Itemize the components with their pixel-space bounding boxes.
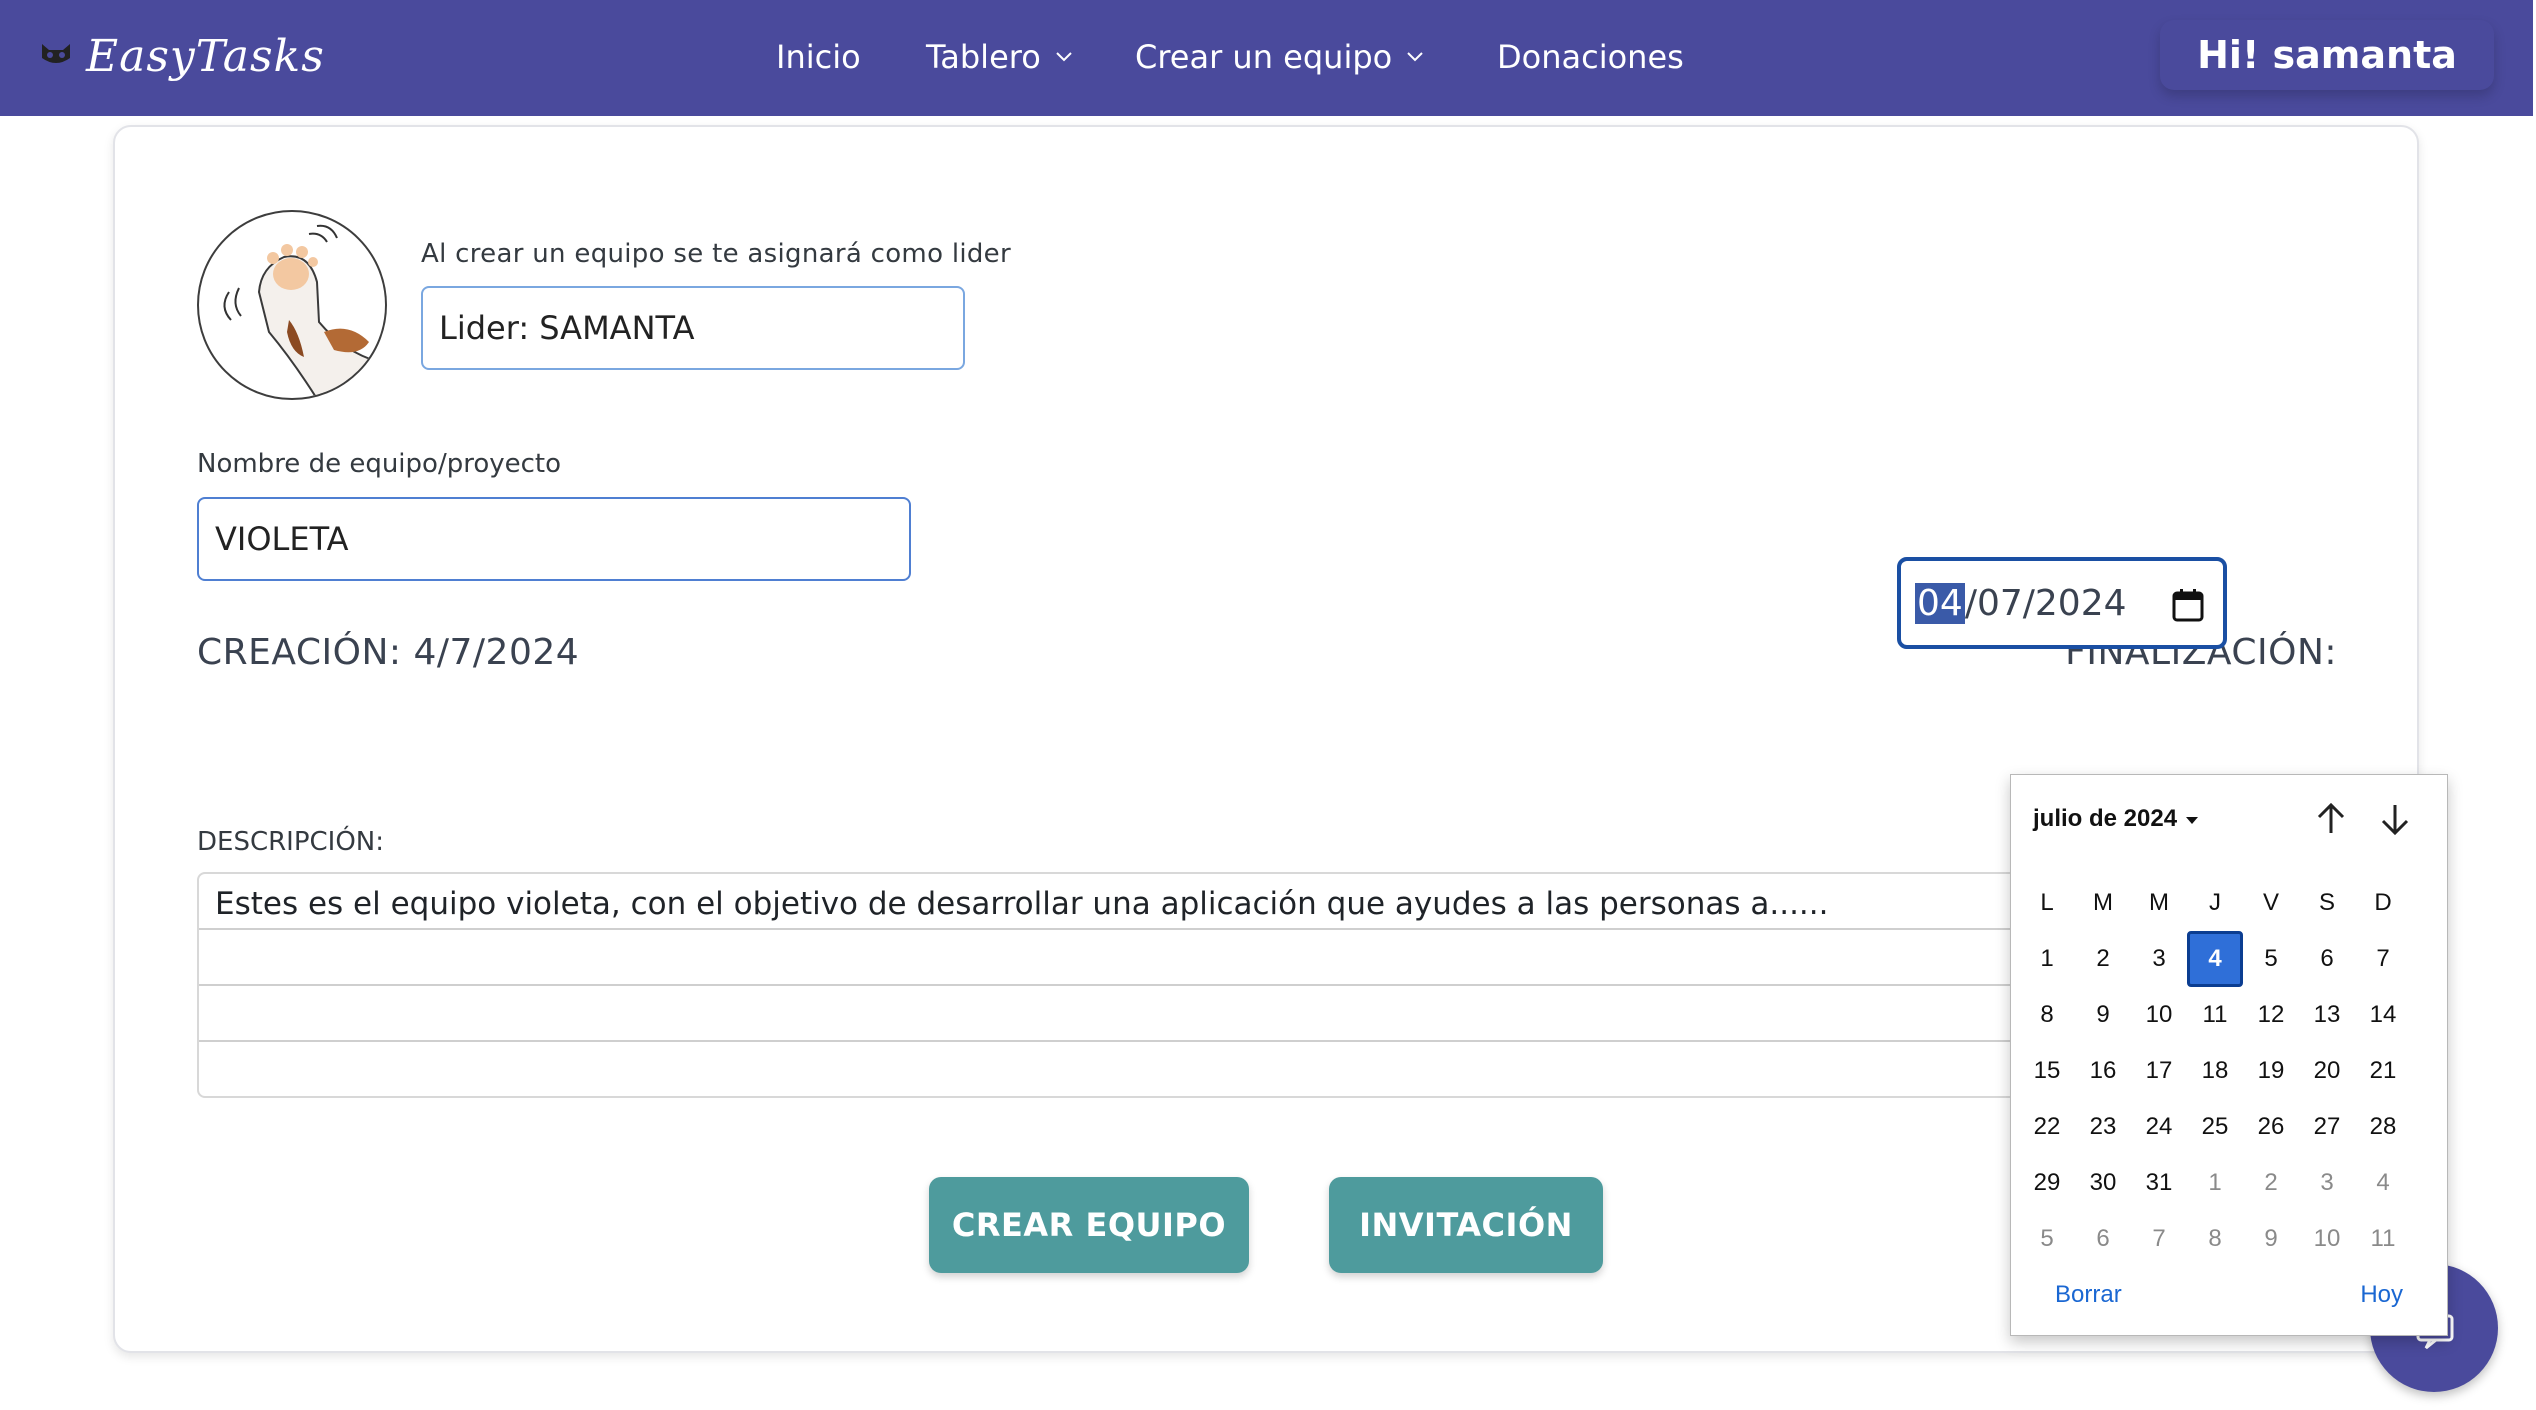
calendar-day[interactable]: 22 <box>2019 1099 2075 1155</box>
calendar-day[interactable]: 31 <box>2131 1155 2187 1211</box>
calendar-day[interactable]: 12 <box>2243 987 2299 1043</box>
previous-month-arrow-icon[interactable] <box>2311 799 2351 839</box>
calendar-grid: L M M J V S D 1 2 3 4 5 6 7 8 9 10 11 12 13 14 15 16 17 18 19 20 21… <box>2019 875 2439 1267</box>
calendar-day[interactable]: 30 <box>2075 1155 2131 1211</box>
nav-donations-link[interactable]: Donaciones <box>1497 32 1684 82</box>
calendar-day-other-month[interactable]: 2 <box>2243 1155 2299 1211</box>
calendar-day[interactable]: 2 <box>2075 931 2131 987</box>
nav-board-label: Tablero <box>926 38 1041 76</box>
calendar-day[interactable]: 16 <box>2075 1043 2131 1099</box>
cat-mask-icon <box>40 42 72 70</box>
create-team-button[interactable]: CREAR EQUIPO <box>929 1177 1249 1273</box>
weekday-header: S <box>2318 889 2335 916</box>
calendar-day[interactable]: 23 <box>2075 1099 2131 1155</box>
calendar-icon[interactable] <box>2171 587 2205 623</box>
calendar-day[interactable]: 6 <box>2299 931 2355 987</box>
calendar-day[interactable]: 21 <box>2355 1043 2411 1099</box>
chevron-down-icon <box>1402 44 1428 70</box>
calendar-day[interactable]: 7 <box>2355 931 2411 987</box>
calendar-day[interactable]: 10 <box>2131 987 2187 1043</box>
next-month-arrow-icon[interactable] <box>2375 799 2415 839</box>
calendar-day-other-month[interactable]: 7 <box>2131 1211 2187 1267</box>
today-button[interactable]: Hoy <box>2360 1281 2403 1309</box>
calendar-day-other-month[interactable]: 11 <box>2355 1211 2411 1267</box>
calendar-day[interactable]: 8 <box>2019 987 2075 1043</box>
leader-avatar <box>197 210 387 400</box>
brand-name: EasyTasks <box>86 30 325 82</box>
nav-home-link[interactable]: Inicio <box>776 32 861 82</box>
weekday-header: M <box>2093 889 2113 916</box>
calendar-day[interactable]: 18 <box>2187 1043 2243 1099</box>
calendar-day-other-month[interactable]: 4 <box>2355 1155 2411 1211</box>
date-rest-segment[interactable]: /07/2024 <box>1965 583 2127 624</box>
leader-caption: Al crear un equipo se te asignará como l… <box>421 239 1011 269</box>
weekday-header: D <box>2374 889 2392 916</box>
description-caption: DESCRIPCIÓN: <box>197 827 385 857</box>
calendar-day[interactable]: 26 <box>2243 1099 2299 1155</box>
creation-date-label: CREACIÓN: 4/7/2024 <box>197 632 580 673</box>
calendar-day[interactable]: 17 <box>2131 1043 2187 1099</box>
calendar-day-other-month[interactable]: 1 <box>2187 1155 2243 1211</box>
clear-date-button[interactable]: Borrar <box>2055 1281 2122 1309</box>
calendar-day-other-month[interactable]: 3 <box>2299 1155 2355 1211</box>
month-label: julio de 2024 <box>2033 805 2178 832</box>
calendar-day[interactable]: 13 <box>2299 987 2355 1043</box>
calendar-day[interactable]: 14 <box>2355 987 2411 1043</box>
nav-donations-label: Donaciones <box>1497 38 1684 76</box>
invitation-button[interactable]: INVITACIÓN <box>1329 1177 1603 1273</box>
nav-home-label: Inicio <box>776 38 861 76</box>
calendar-day-other-month[interactable]: 9 <box>2243 1211 2299 1267</box>
finalization-date-input[interactable]: 04 /07/2024 <box>1897 557 2227 649</box>
date-picker-popup: julio de 2024 L M M J V S D 1 2 3 4 5 6 7 8 9 10 11 12 13 14… <box>2010 774 2448 1336</box>
top-navbar: EasyTasks Inicio Tablero Crear un equipo… <box>0 0 2533 116</box>
calendar-day[interactable]: 29 <box>2019 1155 2075 1211</box>
cat-paw-illustration <box>223 224 381 398</box>
weekday-header: V <box>2262 889 2279 916</box>
calendar-day[interactable]: 3 <box>2131 931 2187 987</box>
description-text: Estes es el equipo violeta, con el objet… <box>215 886 1829 922</box>
calendar-day[interactable]: 15 <box>2019 1043 2075 1099</box>
date-day-segment[interactable]: 04 <box>1915 582 1965 624</box>
calendar-day-other-month[interactable]: 5 <box>2019 1211 2075 1267</box>
weekday-header: J <box>2209 889 2221 916</box>
brand-logo[interactable]: EasyTasks <box>40 26 325 86</box>
calendar-day-other-month[interactable]: 10 <box>2299 1211 2355 1267</box>
calendar-day[interactable]: 5 <box>2243 931 2299 987</box>
nav-board-dropdown[interactable]: Tablero <box>926 32 1077 82</box>
nav-create-team-chevron[interactable] <box>1402 32 1428 82</box>
calendar-day[interactable]: 11 <box>2187 987 2243 1043</box>
leader-field[interactable]: Lider: SAMANTA <box>421 286 965 370</box>
calendar-day-other-month[interactable]: 6 <box>2075 1211 2131 1267</box>
calendar-day[interactable]: 25 <box>2187 1099 2243 1155</box>
weekday-header: L <box>2040 889 2054 916</box>
calendar-day[interactable]: 24 <box>2131 1099 2187 1155</box>
calendar-day[interactable]: 4 <box>2187 931 2243 987</box>
calendar-day-other-month[interactable]: 8 <box>2187 1211 2243 1267</box>
weekday-header: M <box>2149 889 2169 916</box>
calendar-day[interactable]: 28 <box>2355 1099 2411 1155</box>
team-name-input[interactable]: VIOLETA <box>197 497 911 581</box>
month-selector[interactable]: julio de 2024 <box>2033 805 2199 833</box>
calendar-day[interactable]: 1 <box>2019 931 2075 987</box>
calendar-day[interactable]: 9 <box>2075 987 2131 1043</box>
calendar-day[interactable]: 27 <box>2299 1099 2355 1155</box>
calendar-day[interactable]: 19 <box>2243 1043 2299 1099</box>
chevron-down-icon <box>1051 44 1077 70</box>
team-name-caption: Nombre de equipo/proyecto <box>197 449 562 479</box>
nav-create-team-link[interactable]: Crear un equipo <box>1135 32 1392 82</box>
nav-create-team-label: Crear un equipo <box>1135 38 1393 76</box>
caret-down-icon <box>2185 805 2199 833</box>
calendar-day[interactable]: 20 <box>2299 1043 2355 1099</box>
user-greeting[interactable]: Hi! samanta <box>2160 20 2494 90</box>
